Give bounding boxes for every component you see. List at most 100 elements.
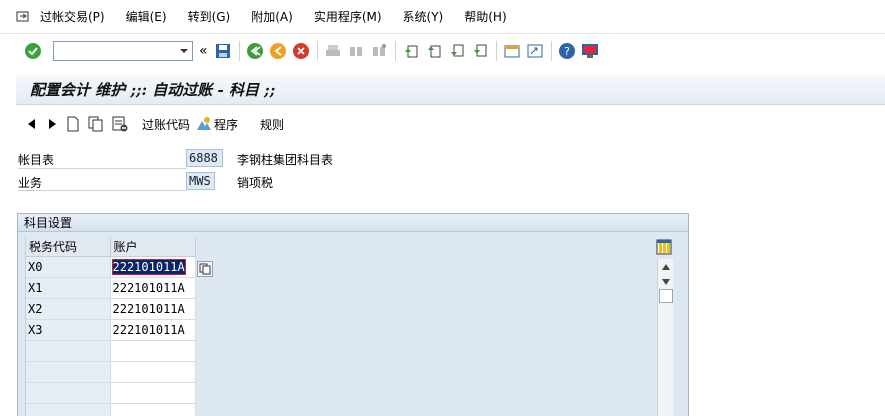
group-title: 科目设置 — [18, 214, 688, 232]
previous-entry-button[interactable] — [28, 113, 38, 135]
column-header-tax-code[interactable]: 税务代码 — [26, 237, 111, 257]
toolbar-separator — [394, 40, 396, 61]
chart-of-accounts-label: 帐目表 — [18, 153, 55, 167]
new-entries-button[interactable] — [66, 113, 82, 135]
print-icon[interactable] — [322, 40, 344, 62]
account-cell[interactable]: 222101011A — [110, 299, 196, 320]
empty-cell[interactable] — [110, 362, 196, 383]
table-row-empty — [26, 341, 196, 362]
empty-cell[interactable] — [111, 404, 196, 416]
scroll-down-icon[interactable] — [659, 274, 673, 289]
first-page-icon[interactable] — [400, 40, 422, 62]
toolbar-separator — [238, 40, 240, 61]
tax-code-cell: X2 — [26, 299, 111, 320]
empty-cell[interactable] — [110, 383, 196, 404]
menu-edit[interactable]: 编辑(E) — [126, 8, 167, 25]
menu-posting[interactable]: 过帐交易(P) — [40, 8, 105, 25]
enter-check-icon[interactable] — [22, 40, 44, 62]
chart-of-accounts-field[interactable]: 6888 — [186, 149, 223, 167]
procedure-button[interactable]: 程序 — [196, 113, 238, 135]
copy-as-button[interactable] — [88, 113, 106, 135]
column-header-account[interactable]: 账户 — [110, 237, 196, 257]
transaction-label: 业务 — [18, 176, 43, 190]
posting-key-button[interactable]: 过账代码 — [142, 113, 190, 135]
table-row-empty — [26, 404, 196, 416]
document-icon — [67, 116, 79, 132]
value-help-icon — [199, 263, 211, 275]
vertical-scrollbar[interactable] — [657, 259, 673, 416]
previous-page-icon[interactable] — [423, 40, 445, 62]
rules-button[interactable]: 规则 — [260, 113, 284, 135]
table-row-empty — [26, 383, 196, 404]
table-row: X2 222101011A — [26, 299, 196, 320]
toolbar-separator — [495, 40, 497, 61]
table-row: X1 222101011A — [26, 278, 196, 299]
chevron-down-icon[interactable] — [178, 46, 190, 56]
new-session-icon[interactable] — [501, 40, 523, 62]
rules-label: 规则 — [260, 117, 285, 132]
account-cell[interactable]: 222101011A — [110, 278, 196, 299]
empty-cell[interactable] — [26, 404, 111, 416]
find-next-icon[interactable] — [368, 40, 390, 62]
account-cell-selected[interactable]: 222101011A — [111, 259, 186, 275]
delete-button[interactable] — [112, 113, 130, 135]
shortcut-icon[interactable] — [524, 40, 546, 62]
history-button[interactable]: « — [199, 43, 208, 59]
svg-text:?: ? — [564, 45, 570, 58]
table-row: X0 222101011A — [26, 257, 196, 278]
menu-goto[interactable]: 转到(G) — [188, 8, 231, 25]
command-field[interactable] — [53, 40, 193, 61]
table-row-empty — [26, 362, 196, 383]
empty-cell[interactable] — [110, 341, 196, 362]
copy-icon — [88, 116, 103, 132]
triangle-right-icon — [49, 119, 56, 129]
help-icon[interactable]: ? — [556, 40, 578, 62]
account-table: 税务代码 账户 X0 222101011A X1 222101011A X2 2… — [25, 237, 196, 416]
scroll-up-icon[interactable] — [659, 259, 673, 274]
table-header: 税务代码 账户 — [26, 237, 196, 257]
label-underline — [18, 190, 186, 191]
account-cell[interactable]: 222101011A — [110, 320, 196, 341]
empty-cell[interactable] — [26, 383, 111, 404]
delete-row-icon — [112, 116, 128, 132]
table-row: X3 222101011A — [26, 320, 196, 341]
transaction-description: 销项税 — [237, 176, 274, 190]
value-help-button[interactable] — [197, 261, 213, 277]
menu-bar: 过帐交易(P) 编辑(E) 转到(G) 附加(A) 实用程序(M) 系统(Y) … — [0, 0, 885, 34]
exit-icon[interactable] — [267, 40, 289, 62]
account-assignment-group: 科目设置 税务代码 账户 X0 222101011A X1 222101011A… — [17, 213, 689, 416]
triangle-left-icon — [28, 119, 35, 129]
system-menu-icon[interactable] — [12, 6, 34, 28]
save-icon[interactable] — [212, 40, 234, 62]
procedure-icon — [197, 117, 212, 130]
table-settings-icon[interactable] — [655, 238, 673, 256]
menu-extras[interactable]: 附加(A) — [251, 8, 293, 25]
empty-cell[interactable] — [26, 341, 111, 362]
standard-toolbar: « ? — [0, 35, 885, 66]
procedure-label: 程序 — [214, 117, 239, 132]
last-page-icon[interactable] — [469, 40, 491, 62]
title-area: 配置会计 维护 ;;: 自动过账 - 科目 ;; — [0, 66, 885, 111]
layout-menu-icon[interactable] — [579, 40, 601, 62]
application-toolbar: 过账代码 程序 规则 — [16, 111, 885, 137]
find-icon[interactable] — [345, 40, 367, 62]
command-input[interactable] — [54, 41, 172, 60]
scroll-thumb[interactable] — [659, 289, 673, 303]
next-page-icon[interactable] — [446, 40, 468, 62]
menu-help[interactable]: 帮助(H) — [464, 8, 506, 25]
toolbar-separator — [316, 40, 318, 61]
back-icon[interactable] — [244, 40, 266, 62]
tax-code-cell: X1 — [26, 278, 111, 299]
next-entry-button[interactable] — [48, 113, 58, 135]
label-underline — [18, 168, 186, 169]
account-cell[interactable]: 222101011A — [110, 257, 196, 278]
empty-cell[interactable] — [26, 362, 111, 383]
tax-code-cell: X3 — [26, 320, 111, 341]
page-title: 配置会计 维护 ;;: 自动过账 - 科目 ;; — [16, 75, 885, 105]
cancel-icon[interactable] — [290, 40, 312, 62]
chart-of-accounts-description: 李钢柱集团科目表 — [237, 153, 334, 167]
transaction-field[interactable]: MWS — [186, 172, 215, 190]
menu-system[interactable]: 系统(Y) — [403, 8, 444, 25]
menu-utilities[interactable]: 实用程序(M) — [314, 8, 382, 25]
toolbar-separator — [550, 40, 552, 61]
